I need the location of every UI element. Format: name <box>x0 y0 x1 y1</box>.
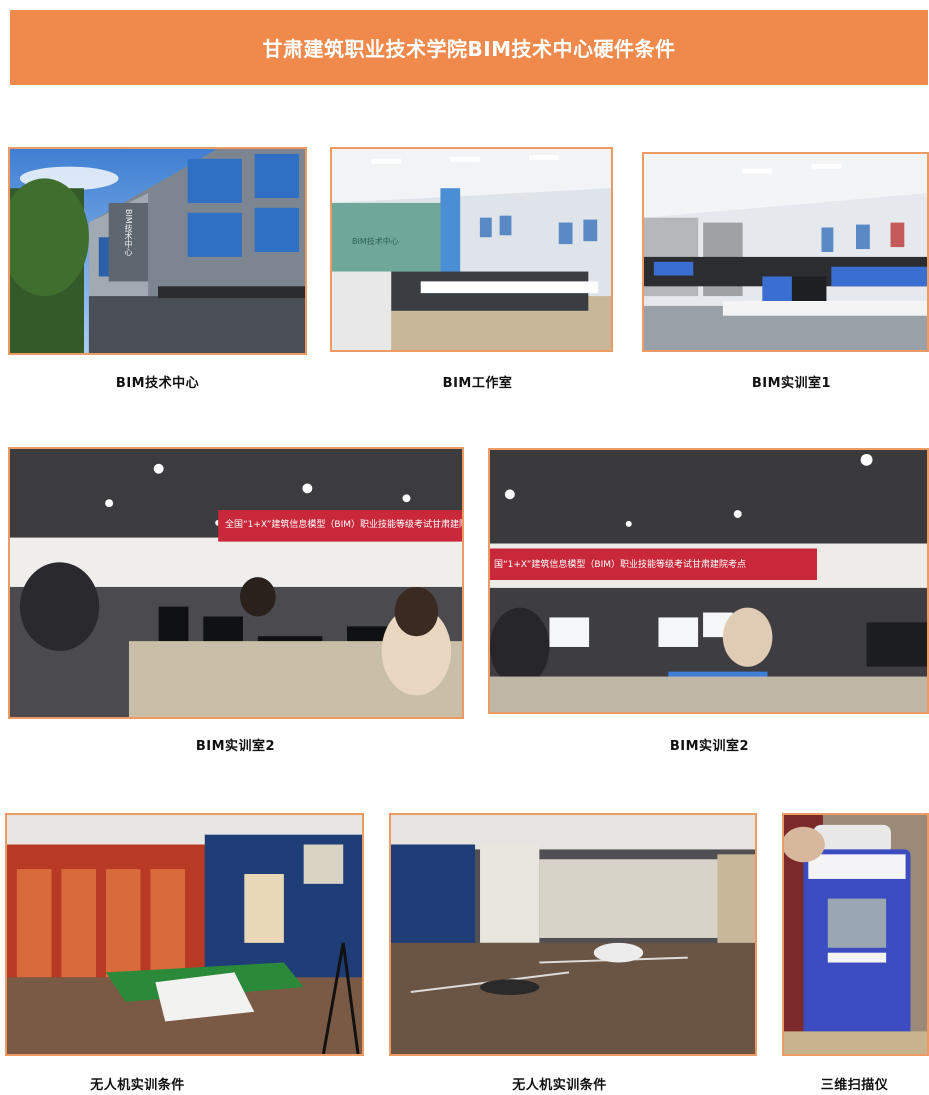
photo-scanner <box>782 813 929 1056</box>
photo-bim-center: BIM技术中心 <box>8 147 307 355</box>
wall-sign: BIM技术中心 <box>352 237 399 246</box>
photo-bim-studio: BIM技术中心 <box>330 147 613 352</box>
photo-drone-2 <box>389 813 757 1056</box>
exam-banner-text-2: 国“1+X”建筑信息模型（BIM）职业技能等级考试甘肃建院考点 <box>494 560 746 570</box>
exam-banner-text: 全国“1+X”建筑信息模型（BIM）职业技能等级考试甘肃建院考点 <box>225 520 463 530</box>
caption-bim-studio: BIM工作室 <box>442 376 513 391</box>
photo-bim-lab-1 <box>642 152 929 352</box>
caption-scanner: 三维扫描仪 <box>820 1078 889 1093</box>
caption-bim-lab-2b: BIM实训室2 <box>669 739 750 754</box>
page-title: 甘肃建筑职业技术学院BIM技术中心硬件条件 <box>262 37 676 61</box>
caption-drone-1: 无人机实训条件 <box>90 1078 185 1093</box>
caption-bim-center: BIM技术中心 <box>115 376 200 391</box>
building-sign: BIM技术中心 <box>124 209 133 256</box>
header-banner: 甘肃建筑职业技术学院BIM技术中心硬件条件 <box>10 10 928 85</box>
photo-drone-1 <box>5 813 364 1056</box>
photo-bim-lab-2a: 全国“1+X”建筑信息模型（BIM）职业技能等级考试甘肃建院考点 <box>8 447 464 719</box>
caption-bim-lab-1: BIM实训室1 <box>751 376 832 391</box>
caption-bim-lab-2a: BIM实训室2 <box>195 739 276 754</box>
caption-drone-2: 无人机实训条件 <box>512 1078 607 1093</box>
photo-bim-lab-2b: 国“1+X”建筑信息模型（BIM）职业技能等级考试甘肃建院考点 <box>488 448 929 714</box>
